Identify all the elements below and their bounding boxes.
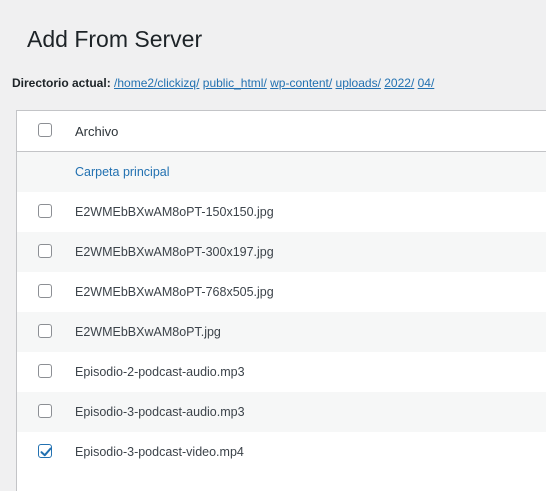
file-checkbox[interactable] [38,244,52,258]
breadcrumb-link-wp-content[interactable]: wp-content/ [270,76,332,90]
file-name: Episodio-3-podcast-audio.mp3 [75,405,245,419]
breadcrumb-link-2022[interactable]: 2022/ [384,76,414,90]
page-title: Add From Server [27,26,203,52]
file-checkbox[interactable] [38,284,52,298]
table-row: E2WMEbBXwAM8oPT-150x150.jpg [17,192,546,232]
file-name: E2WMEbBXwAM8oPT.jpg [75,325,221,339]
select-all-checkbox[interactable] [38,123,52,137]
file-name: E2WMEbBXwAM8oPT-150x150.jpg [75,205,274,219]
parent-folder-link[interactable]: Carpeta principal [75,165,170,179]
table-header-row: Archivo [17,111,546,152]
file-checkbox[interactable] [38,404,52,418]
file-table: Archivo Carpeta principal E2WMEbBXwAM8oP… [16,110,546,491]
breadcrumb-link-04[interactable]: 04/ [418,76,435,90]
table-row-parent: Carpeta principal [17,152,546,192]
breadcrumb-link-uploads[interactable]: uploads/ [336,76,381,90]
table-row: Episodio-3-podcast-video.mp4 [17,432,546,472]
breadcrumb-link-home[interactable]: /home2/clickizq/ [114,76,199,90]
file-checkbox[interactable] [38,324,52,338]
breadcrumb-label: Directorio actual: [12,76,111,90]
file-name: E2WMEbBXwAM8oPT-300x197.jpg [75,245,274,259]
table-row: Episodio-2-podcast-audio.mp3 [17,352,546,392]
table-row: E2WMEbBXwAM8oPT.jpg [17,312,546,352]
table-row: E2WMEbBXwAM8oPT-300x197.jpg [17,232,546,272]
file-checkbox-checked[interactable] [38,444,52,458]
file-checkbox[interactable] [38,364,52,378]
file-checkbox[interactable] [38,204,52,218]
table-row: E2WMEbBXwAM8oPT-768x505.jpg [17,272,546,312]
file-name: Episodio-3-podcast-video.mp4 [75,445,244,459]
file-name: E2WMEbBXwAM8oPT-768x505.jpg [75,285,274,299]
checkmark-icon [40,447,52,457]
table-row: Episodio-3-podcast-audio.mp3 [17,392,546,432]
breadcrumb-link-public-html[interactable]: public_html/ [203,76,267,90]
column-header-archivo: Archivo [75,123,119,139]
file-name: Episodio-2-podcast-audio.mp3 [75,365,245,379]
breadcrumb: Directorio actual: /home2/clickizq/ publ… [12,76,434,90]
